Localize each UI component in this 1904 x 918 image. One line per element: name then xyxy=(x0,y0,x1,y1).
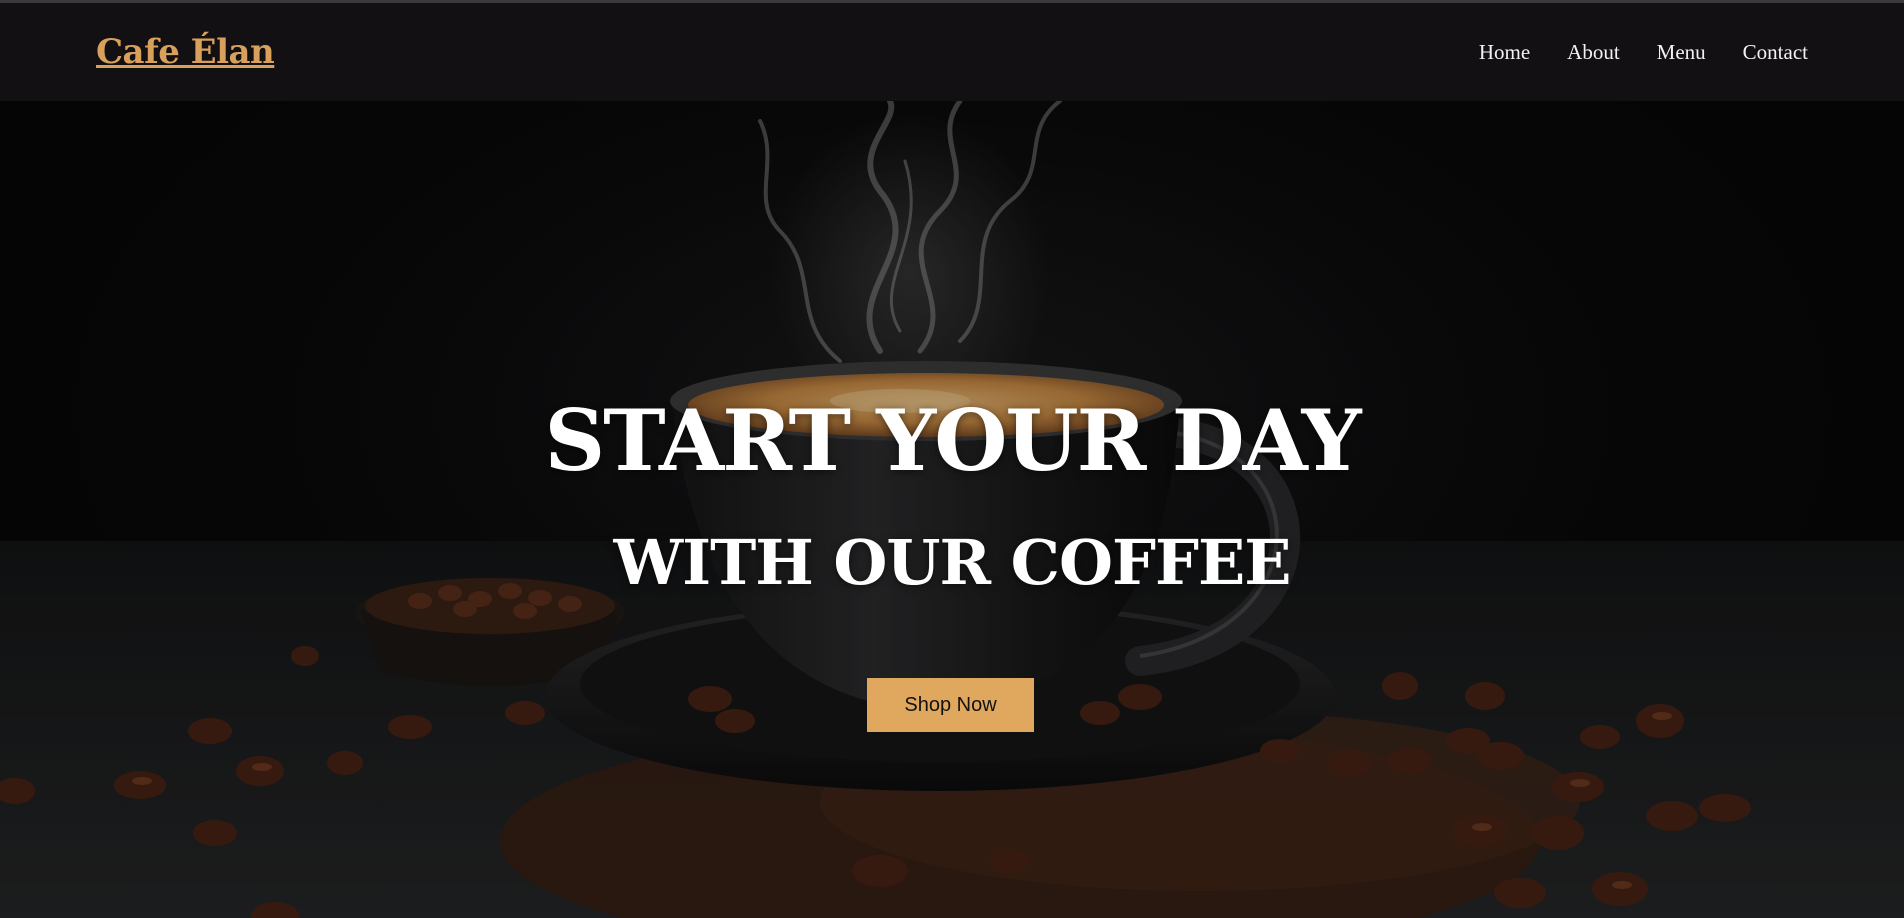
hero-section: START YOUR DAY WITH OUR COFFEE Shop Now xyxy=(0,101,1904,918)
nav-menu: Home About Menu Contact xyxy=(1479,40,1808,65)
brand-logo[interactable]: Cafe Élan xyxy=(96,32,275,72)
nav-home-link[interactable]: Home xyxy=(1479,40,1530,65)
hero-title: START YOUR DAY xyxy=(544,391,1361,490)
navbar: Cafe Élan Home About Menu Contact xyxy=(0,3,1904,101)
nav-about-link[interactable]: About xyxy=(1567,40,1620,65)
shop-now-button[interactable]: Shop Now xyxy=(867,678,1034,732)
hero-subtitle: WITH OUR COFFEE xyxy=(613,526,1291,599)
nav-contact-link[interactable]: Contact xyxy=(1743,40,1808,65)
hero-content: START YOUR DAY WITH OUR COFFEE Shop Now xyxy=(0,101,1904,918)
nav-menu-link[interactable]: Menu xyxy=(1657,40,1706,65)
